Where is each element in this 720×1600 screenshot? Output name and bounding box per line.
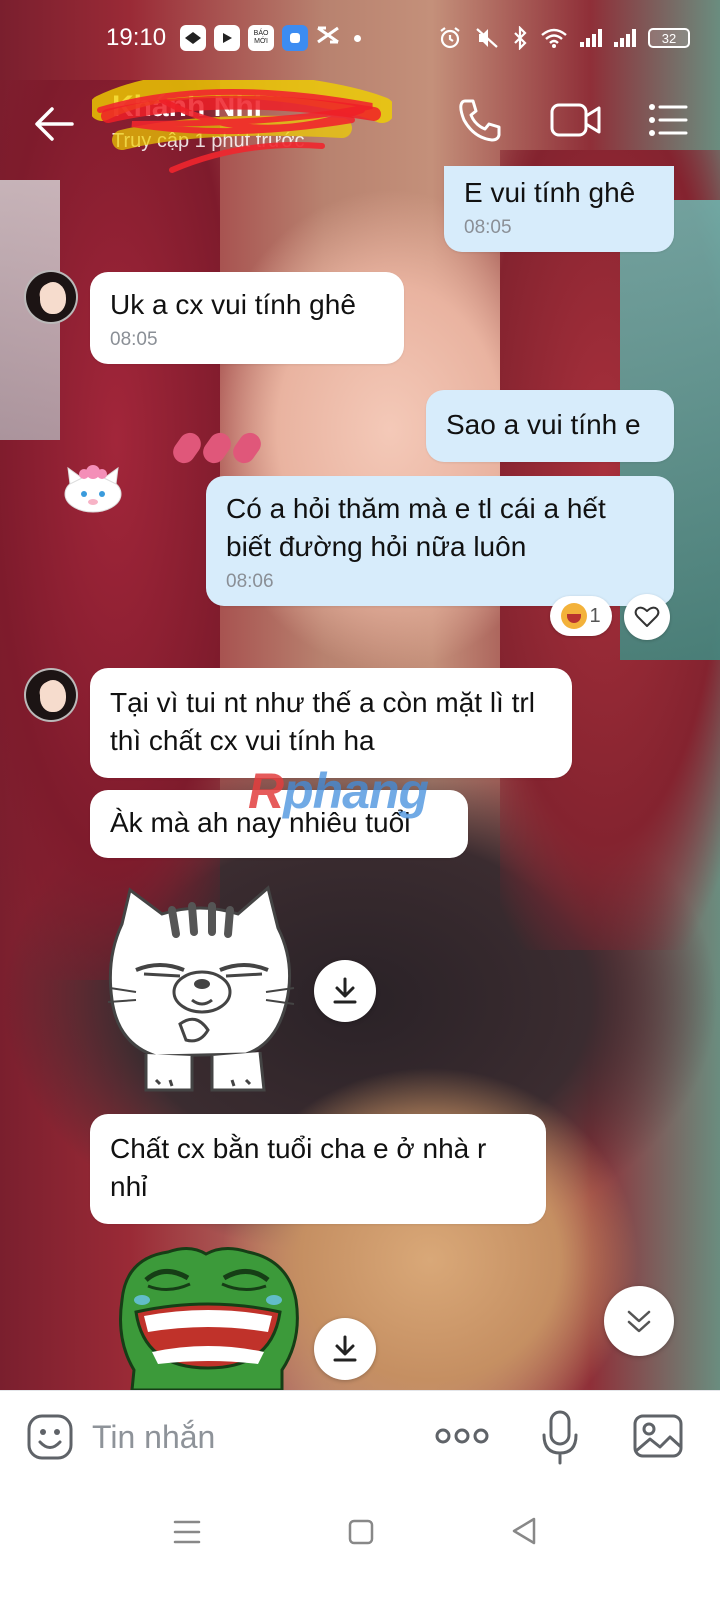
contact-avatar[interactable] bbox=[24, 668, 78, 722]
outgoing-message[interactable]: Sao a vui tính e bbox=[426, 390, 674, 462]
more-notifications-dot-icon bbox=[354, 34, 362, 42]
message-text: Uk a cx vui tính ghê bbox=[110, 289, 356, 320]
status-time: 19:10 bbox=[106, 24, 167, 51]
message-text: E vui tính ghê bbox=[464, 177, 636, 208]
incoming-message[interactable]: Uk a cx vui tính ghê 08:05 bbox=[90, 272, 404, 364]
home-button[interactable] bbox=[348, 1518, 374, 1546]
chat-options-menu-button[interactable] bbox=[648, 102, 688, 138]
scroll-to-bottom-button[interactable] bbox=[604, 1286, 674, 1356]
message-text: Sao a vui tính e bbox=[446, 409, 641, 440]
wallpaper-blush-decoration bbox=[168, 428, 272, 468]
message-text: Chất cx bằn tuổi cha e ở nhà r nhỉ bbox=[110, 1133, 487, 1202]
mute-icon bbox=[476, 28, 498, 48]
message-composer bbox=[0, 1390, 720, 1484]
voice-message-button[interactable] bbox=[540, 1409, 580, 1465]
cat-sticker-icon bbox=[64, 465, 122, 513]
system-navigation-bar bbox=[0, 1484, 720, 1600]
emoji-button[interactable] bbox=[26, 1413, 74, 1461]
wifi-icon bbox=[541, 28, 567, 48]
heart-icon bbox=[634, 606, 660, 627]
more-options-button[interactable] bbox=[434, 1423, 490, 1449]
outgoing-message[interactable]: E vui tính ghê 08:05 bbox=[444, 166, 674, 252]
contact-avatar[interactable] bbox=[24, 270, 78, 324]
back-button[interactable] bbox=[32, 102, 76, 146]
grumpy-cat-sticker[interactable] bbox=[96, 884, 306, 1096]
system-back-button[interactable] bbox=[510, 1516, 538, 1546]
system-status-icons: 32 bbox=[438, 26, 690, 50]
signal-icon bbox=[614, 29, 636, 47]
laugh-reaction-icon bbox=[561, 603, 588, 629]
chat-header: Khánh Nhi Truy cập 1 phút trước bbox=[0, 80, 720, 173]
watermark-text: phang bbox=[283, 763, 429, 819]
reaction-count: 1 bbox=[589, 604, 601, 627]
outgoing-message[interactable]: Có a hỏi thăm mà e tl cái a hết biết đườ… bbox=[206, 476, 674, 606]
message-text: Tại vì tui nt như thế a còn mặt lì trl t… bbox=[110, 687, 535, 756]
baomoi-icon: BÁO MỚI bbox=[248, 25, 275, 51]
send-image-button[interactable] bbox=[632, 1413, 684, 1459]
watermark-logo: Rphang bbox=[248, 762, 429, 820]
message-input[interactable] bbox=[92, 1413, 412, 1461]
video-call-button[interactable] bbox=[550, 100, 602, 140]
contact-status: Truy cập 1 phút trước bbox=[112, 130, 305, 152]
message-reaction[interactable]: 1 bbox=[550, 596, 612, 636]
incoming-message[interactable]: Chất cx bằn tuổi cha e ở nhà r nhỉ bbox=[90, 1114, 546, 1224]
app-notification-icon bbox=[282, 25, 309, 51]
app-notification-icon bbox=[180, 25, 207, 51]
message-time: 08:06 bbox=[226, 571, 274, 592]
message-time: 08:05 bbox=[464, 217, 512, 238]
double-chevron-down-icon bbox=[627, 1310, 651, 1333]
phone-call-button[interactable] bbox=[456, 96, 504, 144]
download-icon bbox=[333, 977, 357, 1004]
message-text: Có a hỏi thăm mà e tl cái a hết biết đườ… bbox=[226, 493, 606, 562]
alarm-icon bbox=[440, 27, 460, 49]
battery-icon: 32 bbox=[648, 28, 690, 48]
signal-icon bbox=[580, 29, 602, 47]
recent-apps-button[interactable] bbox=[172, 1518, 202, 1546]
contact-name[interactable]: Khánh Nhi bbox=[112, 90, 262, 124]
download-sticker-button[interactable] bbox=[314, 1318, 376, 1380]
react-heart-button[interactable] bbox=[624, 594, 670, 640]
status-bar: 19:10 BÁO MỚI 32 bbox=[0, 0, 720, 76]
watermark-first-letter: R bbox=[248, 763, 284, 819]
bluetooth-icon bbox=[514, 26, 527, 50]
message-time: 08:05 bbox=[110, 329, 158, 350]
laughing-frog-sticker[interactable] bbox=[112, 1240, 302, 1390]
download-sticker-button[interactable] bbox=[314, 960, 376, 1022]
capcut-icon bbox=[316, 25, 340, 51]
download-icon bbox=[333, 1335, 357, 1362]
youtube-icon bbox=[214, 25, 241, 51]
